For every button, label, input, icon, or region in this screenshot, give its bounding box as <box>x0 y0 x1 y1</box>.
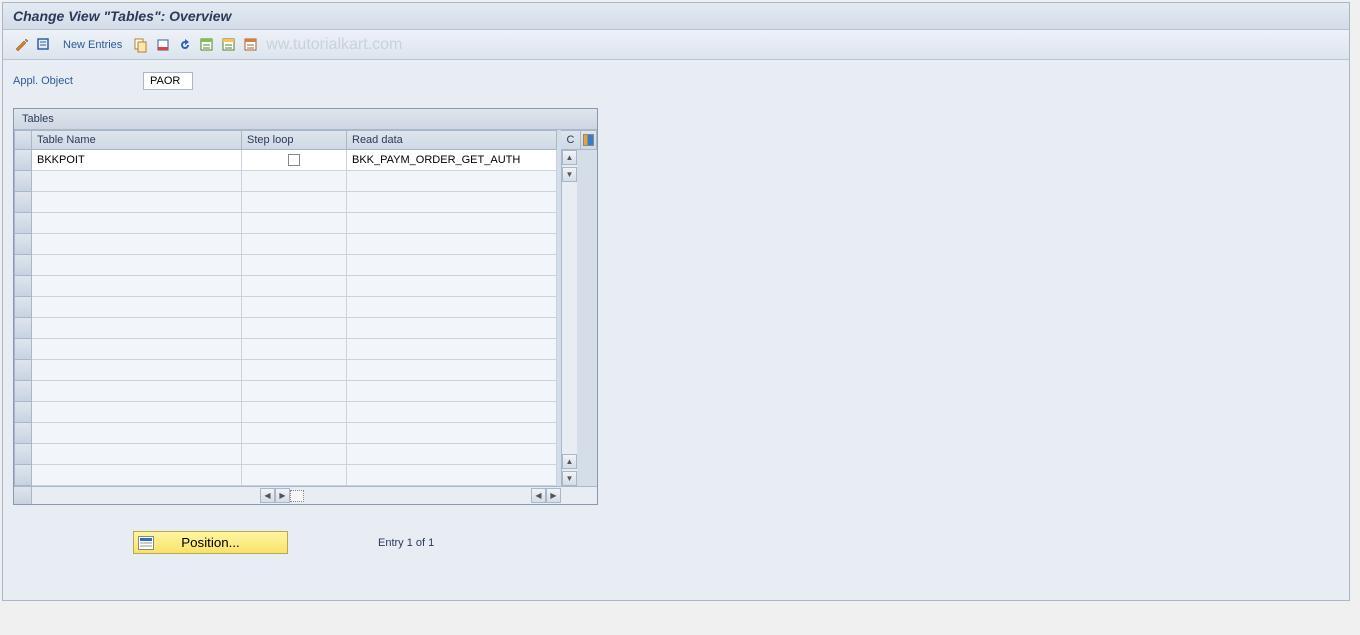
table-row[interactable] <box>14 444 561 465</box>
table-row[interactable] <box>14 171 561 192</box>
table-row[interactable] <box>14 297 561 318</box>
scroll-up-icon[interactable]: ▲ <box>562 150 577 165</box>
col-header-c[interactable]: C <box>561 130 581 150</box>
table-row[interactable] <box>14 276 561 297</box>
scroll-left-icon[interactable]: ◀ <box>260 488 275 503</box>
col-header-table-name[interactable]: Table Name <box>32 130 242 150</box>
table-row[interactable] <box>14 381 561 402</box>
delete-icon[interactable] <box>154 36 172 54</box>
row-selector[interactable] <box>14 402 32 423</box>
table-row[interactable] <box>14 465 561 486</box>
select-block-icon[interactable] <box>220 36 238 54</box>
row-selector[interactable] <box>14 171 32 192</box>
scroll-left-end-icon[interactable]: ◀ <box>531 488 546 503</box>
position-button-label: Position... <box>181 535 240 550</box>
toggle-edit-icon[interactable] <box>13 36 31 54</box>
row-selector[interactable] <box>14 318 32 339</box>
new-entries-link[interactable]: New Entries <box>63 39 122 51</box>
appl-object-row: Appl. Object PAOR <box>13 72 1339 90</box>
horizontal-scrollbar[interactable]: ◀ ▶ ◀ ▶ <box>14 486 561 504</box>
main-window: Change View "Tables": Overview New Entri… <box>2 2 1350 601</box>
deselect-all-icon[interactable] <box>242 36 260 54</box>
vertical-scrollbar[interactable]: ▲ ▼ ▲ ▼ <box>561 150 577 486</box>
row-selector[interactable] <box>14 234 32 255</box>
position-icon <box>138 536 154 550</box>
row-selector[interactable] <box>14 276 32 297</box>
row-selector[interactable] <box>14 465 32 486</box>
configure-columns-button[interactable] <box>581 130 597 150</box>
cell-table-name[interactable]: BKKPOIT <box>32 150 242 171</box>
cell-read-data[interactable]: BKK_PAYM_ORDER_GET_AUTH <box>347 150 557 171</box>
table-row[interactable] <box>14 192 561 213</box>
row-selector[interactable] <box>14 381 32 402</box>
scroll-grip-icon[interactable] <box>290 490 304 502</box>
grid-select-all-header[interactable] <box>14 130 32 150</box>
grid-title: Tables <box>14 109 597 130</box>
table-row[interactable] <box>14 339 561 360</box>
scroll-right-end-icon[interactable]: ▶ <box>546 488 561 503</box>
col-header-step-loop[interactable]: Step loop <box>242 130 347 150</box>
table-settings-icon[interactable] <box>583 134 594 146</box>
position-button[interactable]: Position... <box>133 531 288 554</box>
appl-object-label: Appl. Object <box>13 75 143 87</box>
title-bar: Change View "Tables": Overview <box>3 3 1349 30</box>
row-selector[interactable] <box>14 339 32 360</box>
toolbar: New Entries ww.tutorialkart.com <box>3 30 1349 60</box>
table-row[interactable] <box>14 423 561 444</box>
col-header-read-data[interactable]: Read data <box>347 130 557 150</box>
row-selector[interactable] <box>14 255 32 276</box>
undo-icon[interactable] <box>176 36 194 54</box>
select-all-icon[interactable] <box>198 36 216 54</box>
appl-object-value: PAOR <box>143 72 193 90</box>
scroll-up-end-icon[interactable]: ▲ <box>562 454 577 469</box>
entry-count-text: Entry 1 of 1 <box>378 537 434 549</box>
table-row[interactable] <box>14 318 561 339</box>
tables-grid: Tables Table Name Step loop Read data <box>13 108 598 505</box>
watermark-text: ww.tutorialkart.com <box>266 36 402 54</box>
content-area: Appl. Object PAOR Tables Table Name Step… <box>3 60 1349 600</box>
table-row[interactable] <box>14 255 561 276</box>
step-loop-checkbox[interactable] <box>288 154 300 166</box>
page-title: Change View "Tables": Overview <box>13 8 231 24</box>
find-icon[interactable] <box>35 36 53 54</box>
copy-icon[interactable] <box>132 36 150 54</box>
row-selector[interactable] <box>14 192 32 213</box>
table-row[interactable] <box>14 360 561 381</box>
table-row[interactable] <box>14 213 561 234</box>
scroll-down-end-icon[interactable]: ▼ <box>562 471 577 486</box>
row-selector[interactable] <box>14 297 32 318</box>
row-selector[interactable] <box>14 423 32 444</box>
footer-row: Position... Entry 1 of 1 <box>133 531 1339 554</box>
table-row[interactable] <box>14 234 561 255</box>
row-selector[interactable] <box>14 444 32 465</box>
table-row[interactable]: BKKPOIT BKK_PAYM_ORDER_GET_AUTH <box>14 150 561 171</box>
scroll-right-icon[interactable]: ▶ <box>275 488 290 503</box>
scroll-down-icon[interactable]: ▼ <box>562 167 577 182</box>
table-row[interactable] <box>14 402 561 423</box>
row-selector[interactable] <box>14 213 32 234</box>
row-selector[interactable] <box>14 150 32 171</box>
row-selector[interactable] <box>14 360 32 381</box>
grid-header-row: Table Name Step loop Read data <box>14 130 561 150</box>
cell-step-loop[interactable] <box>242 150 347 171</box>
